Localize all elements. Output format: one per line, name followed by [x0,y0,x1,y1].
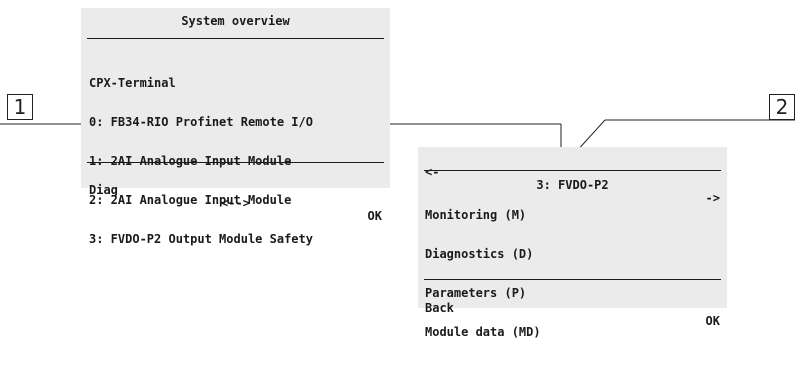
screen-title: System overview [181,14,290,28]
navigate-softkey[interactable]: <--> [89,197,382,210]
ok-softkey[interactable]: OK [368,210,382,223]
title-divider [87,38,384,39]
softkey-bar: Back OK [425,289,720,341]
list-item-terminal[interactable]: CPX-Terminal [89,77,313,90]
system-overview-screen: System overview CPX-Terminal 0: FB34-RIO… [81,8,390,246]
footer-divider [424,279,721,280]
diag-softkey[interactable]: Diag [89,184,118,197]
header-divider [424,170,721,171]
prev-module-arrow[interactable]: <- [425,166,439,179]
menu-item-monitoring[interactable]: Monitoring (M) [425,209,541,222]
callout-number-2: 2 [769,94,795,120]
list-item-module-0[interactable]: 0: FB34-RIO Profinet Remote I/O [89,116,313,129]
back-softkey[interactable]: Back [425,302,454,315]
menu-item-diagnostics[interactable]: Diagnostics (D) [425,248,541,261]
callout-number-1: 1 [7,94,33,120]
next-module-arrow[interactable]: -> [706,192,720,205]
ok-softkey[interactable]: OK [706,315,720,328]
softkey-bar: Diag <--> OK [89,171,382,236]
module-menu-screen: <- 3: FVDO-P2 -> Monitoring (M) Diagnost… [418,147,727,339]
footer-divider [87,162,384,163]
